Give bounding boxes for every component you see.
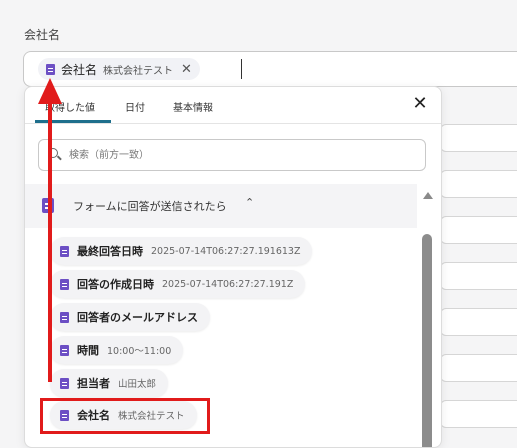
- background-field: [440, 400, 517, 428]
- list-item[interactable]: 担当者 山田太郎: [50, 369, 169, 397]
- search-box[interactable]: [38, 139, 426, 171]
- item-value: 2025-07-14T06:27:27.191613Z: [151, 245, 301, 257]
- tab-basic-info[interactable]: 基本情報: [173, 99, 213, 114]
- close-icon[interactable]: ✕: [411, 95, 429, 113]
- document-icon: [60, 344, 69, 356]
- background-field: [440, 262, 517, 290]
- item-name: 回答者のメールアドレス: [77, 311, 198, 324]
- list-item[interactable]: 回答者のメールアドレス: [50, 303, 210, 331]
- document-icon: [60, 377, 69, 389]
- item-name: 回答の作成日時: [77, 278, 154, 291]
- item-name: 担当者: [77, 377, 110, 390]
- background-field: [440, 308, 517, 336]
- remove-chip-icon[interactable]: ✕: [181, 62, 192, 77]
- chip-name: 会社名: [61, 62, 98, 77]
- document-icon: [60, 245, 69, 257]
- value-picker-panel: 取得した値 日付 基本情報 ✕ フォームに回答が送信されたら ⌃ 最終回答日時 …: [24, 86, 442, 448]
- list-item[interactable]: 回答の作成日時 2025-07-14T06:27:27.191Z: [50, 270, 306, 298]
- text-caret: [241, 59, 242, 79]
- field-label: 会社名: [24, 28, 61, 42]
- document-icon: [60, 278, 69, 290]
- list-item[interactable]: 最終回答日時 2025-07-14T06:27:27.191613Z: [50, 237, 313, 265]
- tab-date[interactable]: 日付: [125, 99, 145, 114]
- annotation-arrow-head: [38, 78, 62, 104]
- active-tab-indicator: [35, 120, 111, 123]
- background-field: [440, 216, 517, 244]
- scrollbar[interactable]: [421, 184, 435, 447]
- tab-bar: 取得した値 日付 基本情報 ✕: [25, 87, 441, 124]
- chip-value: 株式会社テスト: [103, 65, 174, 77]
- item-value: 山田太郎: [118, 379, 157, 390]
- document-icon: [60, 311, 69, 323]
- annotation-arrow: [48, 100, 52, 382]
- document-icon: [46, 63, 55, 75]
- section-header[interactable]: フォームに回答が送信されたら ⌃: [25, 184, 417, 228]
- item-name: 時間: [77, 344, 99, 357]
- scrollbar-thumb[interactable]: [422, 234, 432, 447]
- item-name: 最終回答日時: [77, 245, 143, 258]
- company-name-input[interactable]: 会社名 株式会社テスト ✕: [23, 51, 517, 87]
- chevron-up-icon[interactable]: ⌃: [245, 196, 254, 209]
- item-value: 2025-07-14T06:27:27.191Z: [162, 278, 294, 290]
- annotation-highlight-box: [40, 398, 210, 434]
- value-chip[interactable]: 会社名 株式会社テスト ✕: [38, 58, 200, 80]
- scroll-up-icon[interactable]: [423, 192, 433, 199]
- item-value: 10:00〜11:00: [107, 346, 172, 357]
- background-field: [440, 170, 517, 198]
- search-input[interactable]: [67, 145, 411, 165]
- list-item[interactable]: 時間 10:00〜11:00: [50, 336, 184, 364]
- section-title: フォームに回答が送信されたら: [73, 200, 227, 213]
- background-field: [440, 354, 517, 382]
- background-field: [440, 124, 517, 152]
